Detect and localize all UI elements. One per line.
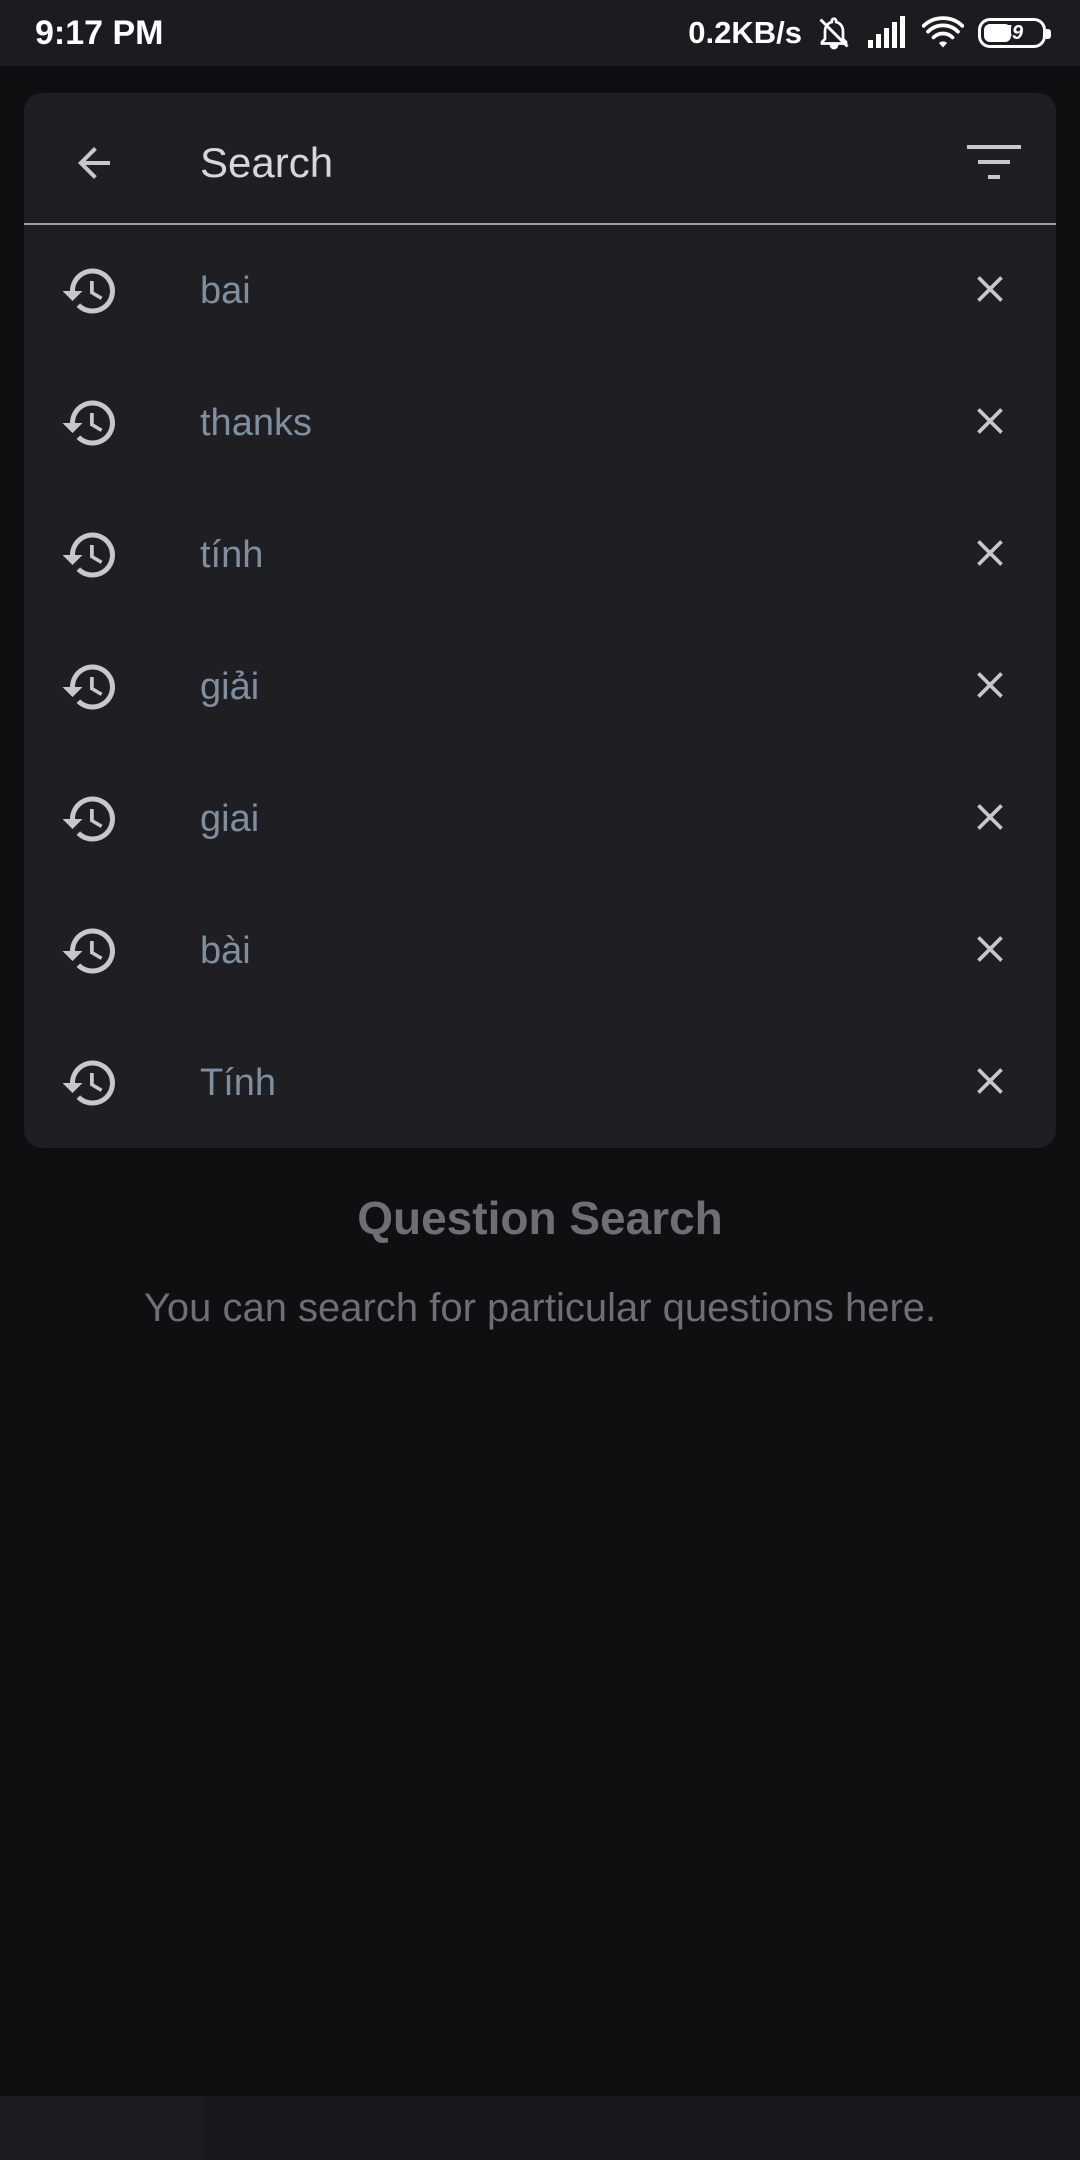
history-item-label: bai: [200, 270, 251, 312]
history-item-label: giải: [200, 666, 260, 708]
status-icons: 0.2KB/s 49: [688, 12, 1051, 54]
empty-state-title: Question Search: [357, 1192, 723, 1244]
filter-button[interactable]: [962, 133, 1026, 193]
close-icon: [968, 399, 1012, 448]
history-item[interactable]: thanks: [24, 357, 1056, 489]
empty-state-description: You can search for particular questions …: [143, 1286, 937, 1330]
history-item-label: giai: [200, 798, 260, 840]
close-icon: [968, 795, 1012, 844]
network-speed: 0.2KB/s: [688, 15, 802, 50]
search-card: bai thanks tính giải giai bài Tính: [24, 93, 1056, 1148]
history-item[interactable]: giai: [24, 753, 1056, 885]
remove-history-button[interactable]: [964, 529, 1016, 581]
signal-icon: [868, 16, 905, 48]
battery-percent: 49: [1000, 21, 1024, 44]
search-history-list: bai thanks tính giải giai bài Tính: [24, 225, 1056, 1148]
battery-icon: 49: [978, 18, 1051, 48]
history-item[interactable]: giải: [24, 621, 1056, 753]
history-item-label: bài: [200, 930, 251, 972]
remove-history-button[interactable]: [964, 661, 1016, 713]
history-item[interactable]: bai: [24, 225, 1056, 357]
status-time: 9:17 PM: [35, 14, 164, 52]
mute-bell-icon: [819, 17, 849, 50]
close-icon: [968, 1059, 1012, 1108]
history-icon: [60, 789, 120, 849]
remove-history-button[interactable]: [964, 397, 1016, 449]
history-item[interactable]: tính: [24, 489, 1056, 621]
remove-history-button[interactable]: [964, 925, 1016, 977]
remove-history-button[interactable]: [964, 793, 1016, 845]
history-item[interactable]: Tính: [24, 1017, 1056, 1148]
close-icon: [968, 927, 1012, 976]
history-icon: [60, 657, 120, 717]
search-header: [24, 93, 1056, 225]
remove-history-button[interactable]: [964, 265, 1016, 317]
search-input[interactable]: [200, 133, 900, 193]
arrow-left-icon: [78, 147, 110, 179]
navigation-bar-segment: [0, 2096, 204, 2160]
history-item[interactable]: bài: [24, 885, 1056, 1017]
history-icon: [60, 525, 120, 585]
history-icon: [60, 393, 120, 453]
history-item-label: tính: [200, 534, 264, 576]
filter-icon: [967, 145, 1021, 179]
close-icon: [968, 267, 1012, 316]
remove-history-button[interactable]: [964, 1057, 1016, 1109]
history-item-label: thanks: [200, 402, 312, 444]
close-icon: [968, 663, 1012, 712]
back-button[interactable]: [64, 133, 124, 193]
wifi-icon: [922, 16, 964, 48]
history-icon: [60, 1053, 120, 1113]
history-icon: [60, 921, 120, 981]
history-item-label: Tính: [200, 1062, 277, 1104]
history-icon: [60, 261, 120, 321]
battery-nub: [1046, 29, 1051, 39]
system-navigation-bar: [0, 2096, 1080, 2160]
close-icon: [968, 531, 1012, 580]
status-bar: 9:17 PM 0.2KB/s 49: [0, 0, 1080, 66]
